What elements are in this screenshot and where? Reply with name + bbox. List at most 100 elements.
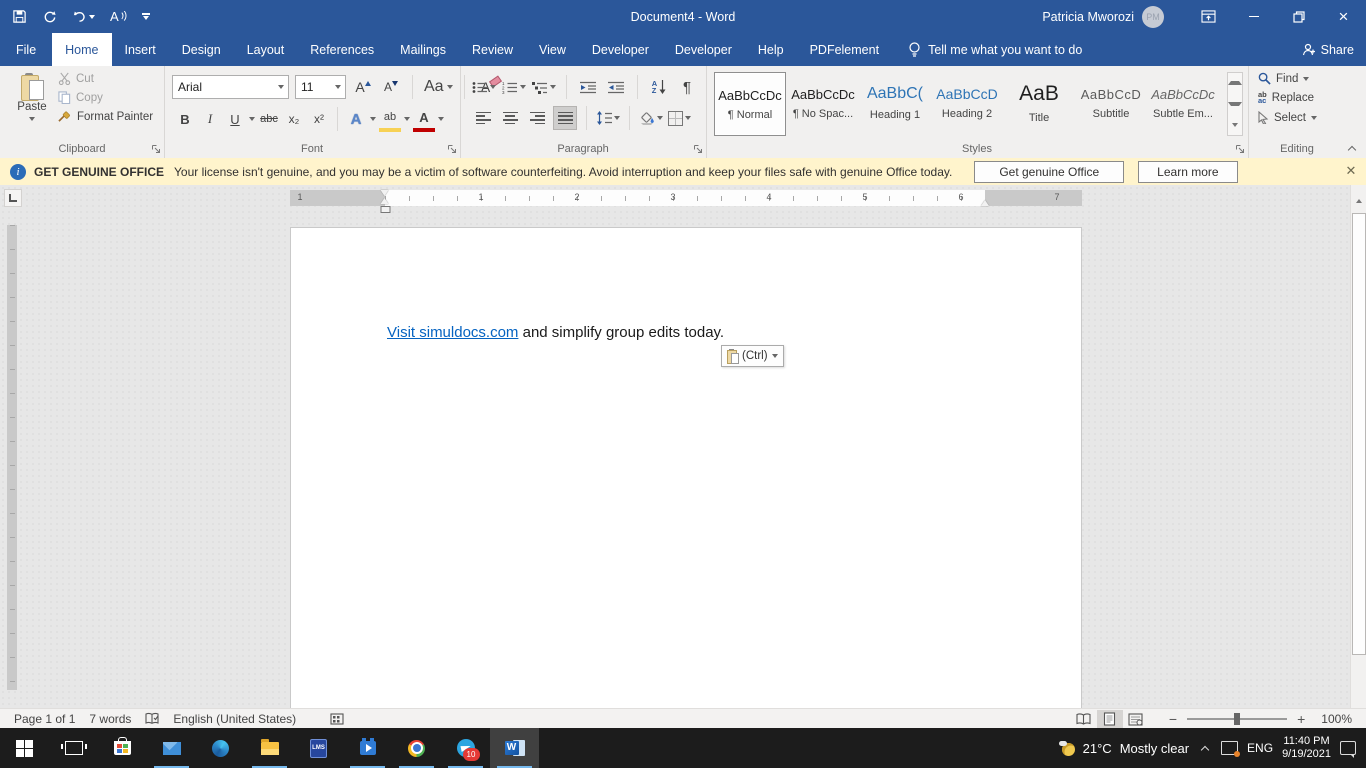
zoom-percentage[interactable]: 100% <box>1321 712 1352 726</box>
shading-button[interactable] <box>639 107 663 129</box>
underline-dropdown-arrow[interactable] <box>249 117 255 121</box>
highlight-button[interactable]: ab <box>379 106 401 132</box>
bullets-button[interactable] <box>472 76 496 98</box>
decrease-indent-button[interactable] <box>577 76 599 98</box>
hyperlink[interactable]: Visit simuldocs.com <box>387 324 518 341</box>
taskbar-chrome[interactable] <box>392 728 441 768</box>
read-mode-button[interactable] <box>1071 710 1097 729</box>
replace-button[interactable]: ab ac Replace <box>1258 91 1317 105</box>
tab-insert[interactable]: Insert <box>112 33 169 66</box>
numbering-button[interactable]: 123 <box>502 76 526 98</box>
clock[interactable]: 11:40 PM 9/19/2021 <box>1282 735 1331 761</box>
document-text-line[interactable]: Visit simuldocs.com and simplify group e… <box>387 324 724 341</box>
styles-scroll-down[interactable] <box>1228 94 1242 115</box>
increase-indent-button[interactable] <box>605 76 627 98</box>
find-dropdown-arrow[interactable] <box>1303 76 1310 81</box>
grow-font-button[interactable]: A <box>352 76 374 98</box>
tab-file[interactable]: File <box>0 33 52 66</box>
numbering-dropdown-arrow[interactable] <box>520 85 526 89</box>
message-close-icon[interactable]: ✕ <box>1343 163 1359 179</box>
styles-dialog-launcher[interactable] <box>1235 144 1245 154</box>
input-language-indicator[interactable]: ENG <box>1247 741 1273 755</box>
paste-dropdown-arrow[interactable] <box>29 117 35 121</box>
collapse-ribbon-button[interactable] <box>1348 144 1356 152</box>
taskbar-telegram[interactable]: 10 <box>441 728 490 768</box>
font-size-combo[interactable]: 11 <box>295 75 346 99</box>
align-right-button[interactable] <box>526 107 548 129</box>
proofing-status-button[interactable] <box>145 712 159 726</box>
zoom-slider[interactable]: − + <box>1169 711 1305 727</box>
format-painter-button[interactable]: Format Painter <box>58 110 153 123</box>
undo-dropdown-arrow[interactable] <box>89 14 95 19</box>
vertical-scrollbar[interactable] <box>1350 185 1366 708</box>
horizontal-ruler[interactable]: 1 1 2 3 4 5 6 7 <box>290 190 1082 213</box>
underline-button[interactable]: U <box>224 108 246 130</box>
tab-review[interactable]: Review <box>459 33 526 66</box>
paste-options-dropdown-arrow[interactable] <box>771 354 778 358</box>
line-spacing-dropdown-arrow[interactable] <box>614 116 620 120</box>
ribbon-display-options-button[interactable] <box>1186 0 1231 33</box>
subscript-button[interactable]: x₂ <box>283 108 305 130</box>
style-no-spacing[interactable]: AaBbCcDc ¶ No Spac... <box>788 72 858 134</box>
shrink-font-button[interactable]: A <box>380 76 402 98</box>
styles-scroll-up[interactable] <box>1228 73 1242 94</box>
sort-button[interactable]: AZ <box>648 76 670 98</box>
web-layout-button[interactable] <box>1123 710 1149 729</box>
tab-stop-selector[interactable] <box>4 189 22 207</box>
multilevel-dropdown-arrow[interactable] <box>550 85 556 89</box>
customize-quick-access-button[interactable] <box>141 13 150 20</box>
tab-help[interactable]: Help <box>745 33 797 66</box>
language-indicator[interactable]: English (United States) <box>173 712 296 726</box>
scrollbar-thumb[interactable] <box>1352 213 1366 655</box>
justify-button[interactable] <box>553 106 577 130</box>
get-genuine-office-button[interactable]: Get genuine Office <box>974 160 1125 183</box>
clipboard-dialog-launcher[interactable] <box>151 144 161 154</box>
taskbar-word[interactable]: W <box>490 728 539 768</box>
macro-recording-button[interactable] <box>330 713 344 725</box>
style-subtitle[interactable]: AaBbCcD Subtitle <box>1076 72 1146 134</box>
bullets-dropdown-arrow[interactable] <box>490 85 496 89</box>
tab-mailings[interactable]: Mailings <box>387 33 459 66</box>
taskbar-microsoft-store[interactable] <box>98 728 147 768</box>
line-spacing-button[interactable] <box>596 107 620 129</box>
scroll-up-arrow[interactable] <box>1351 193 1366 209</box>
undo-button[interactable] <box>72 9 95 24</box>
task-view-button[interactable] <box>49 728 98 768</box>
text-effects-button[interactable]: A <box>345 108 367 130</box>
taskbar-movies-tv[interactable] <box>343 728 392 768</box>
multilevel-list-button[interactable] <box>532 76 556 98</box>
cut-button[interactable]: Cut <box>58 72 153 85</box>
select-button[interactable]: Select <box>1258 111 1317 124</box>
learn-more-button[interactable]: Learn more <box>1138 160 1238 183</box>
tab-view[interactable]: View <box>526 33 579 66</box>
zoom-in-icon[interactable]: + <box>1297 711 1305 727</box>
borders-dropdown-arrow[interactable] <box>685 116 691 120</box>
zoom-track[interactable] <box>1187 713 1288 725</box>
highlight-dropdown-arrow[interactable] <box>404 117 410 121</box>
indent-markers[interactable] <box>380 190 390 213</box>
paste-options-button[interactable]: (Ctrl) <box>721 345 784 367</box>
page-indicator[interactable]: Page 1 of 1 <box>14 712 75 726</box>
strikethrough-button[interactable]: abc <box>258 108 280 130</box>
align-left-button[interactable] <box>472 107 494 129</box>
style-normal[interactable]: AaBbCcDc ¶ Normal <box>714 72 786 136</box>
tab-references[interactable]: References <box>297 33 387 66</box>
style-subtle-emphasis[interactable]: AaBbCcDc Subtle Em... <box>1148 72 1218 134</box>
redo-button[interactable] <box>42 9 57 24</box>
start-button[interactable] <box>0 728 49 768</box>
taskbar-edge[interactable] <box>196 728 245 768</box>
tab-design[interactable]: Design <box>169 33 234 66</box>
italic-button[interactable]: I <box>199 108 221 130</box>
action-center-icon[interactable] <box>1340 741 1356 758</box>
font-name-combo[interactable]: Arial <box>172 75 289 99</box>
shading-dropdown-arrow[interactable] <box>657 116 663 120</box>
style-title[interactable]: AaB Title <box>1004 72 1074 134</box>
style-heading-1[interactable]: AaBbC( Heading 1 <box>860 72 930 134</box>
superscript-button[interactable]: x² <box>308 108 330 130</box>
text-effects-dropdown-arrow[interactable] <box>370 117 376 121</box>
tab-developer-1[interactable]: Developer <box>579 33 662 66</box>
font-color-button[interactable]: A <box>413 106 435 132</box>
paste-button[interactable]: Paste <box>10 71 54 145</box>
user-avatar[interactable]: PM <box>1142 5 1164 28</box>
minimize-button[interactable] <box>1231 0 1276 33</box>
